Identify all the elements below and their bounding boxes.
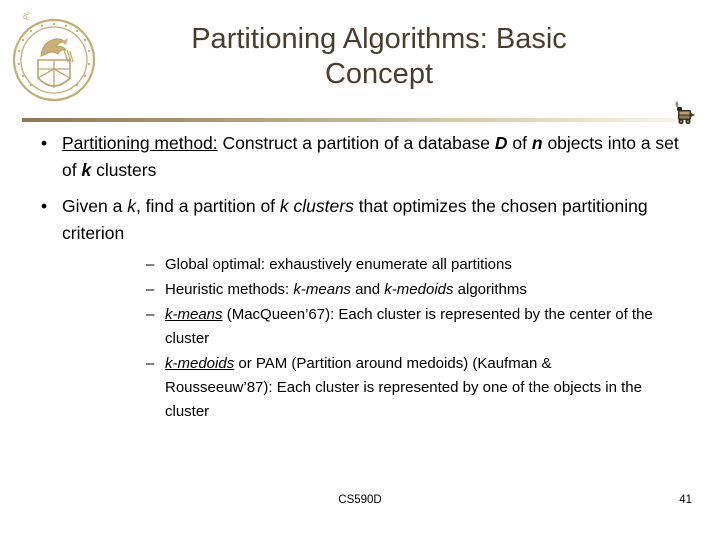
bullet-text-part: D — [494, 133, 508, 153]
subbullet-text-part: k-medoids — [165, 355, 235, 372]
slide: purdue university Partitioning Algorithm… — [0, 0, 720, 540]
bullet-text-part: n — [531, 133, 543, 153]
subbullet-text-part: Heuristic methods: — [165, 281, 294, 298]
subbullet-marker: – — [146, 355, 155, 372]
svg-text:purdue university: purdue university — [19, 12, 81, 21]
bullet-text-part: of — [507, 133, 532, 153]
bullet-text-part: Partitioning method: — [62, 133, 218, 153]
bullet-text: Given a k, find a partition of k cluster… — [62, 196, 648, 243]
bullet-text-part: clusters — [91, 160, 157, 180]
bullet-text-part: k — [81, 160, 92, 180]
subbullet-marker: – — [146, 281, 155, 298]
bullet-item: • Given a k, find a partition of k clust… — [0, 193, 720, 424]
purdue-university-seal-logo: purdue university — [8, 0, 100, 108]
subbullet-text: k-means (MacQueen’67): Each cluster is r… — [165, 306, 653, 347]
subbullet-text-part: k-means — [293, 281, 351, 298]
subbullet-text: k-medoids or PAM (Partition around medoi… — [165, 355, 642, 420]
subbullet-text-part: k-medoids — [384, 281, 454, 298]
subbullet-text-part: Global optimal: exhaustively enumerate a… — [165, 256, 512, 273]
subbullet-text-part: and — [350, 281, 385, 298]
title-divider — [22, 101, 698, 125]
bullet-marker: • — [41, 196, 48, 216]
divider-line — [22, 118, 680, 122]
subbullet-marker: – — [146, 256, 155, 273]
bullet-list-level1: • Partitioning method: Construct a parti… — [0, 130, 720, 424]
subbullet-text-part: (MacQueen’67): Each cluster is represent… — [165, 306, 653, 347]
subbullet-item: – k-means (MacQueen’67): Each cluster is… — [62, 303, 694, 351]
bullet-text: Partitioning method: Construct a partiti… — [62, 133, 679, 180]
bullet-text-part: Construct a partition of a database — [217, 133, 495, 153]
bullet-text-part: Given a — [62, 196, 128, 216]
subbullet-item: – Heuristic methods: k-means and k-medoi… — [62, 278, 694, 302]
bullet-text-part: k — [127, 196, 136, 216]
bullet-item: • Partitioning method: Construct a parti… — [0, 130, 720, 184]
locomotive-icon — [672, 99, 698, 127]
subbullet-item: – k-medoids or PAM (Partition around med… — [62, 352, 694, 424]
subbullet-text-part: k-means — [165, 306, 223, 323]
subbullet-text-part: algorithms — [453, 281, 527, 298]
subbullet-marker: – — [146, 306, 155, 323]
bullet-marker: • — [41, 133, 48, 153]
slide-title: Partitioning Algorithms: Basic Concept — [191, 23, 567, 90]
subbullet-text-part: or PAM (Partition around medoids) (Kaufm… — [165, 355, 642, 420]
subbullet-item: – Global optimal: exhaustively enumerate… — [62, 253, 694, 277]
footer-page-number: 41 — [679, 494, 692, 506]
footer-course-label: CS590D — [338, 494, 382, 506]
slide-body: • Partitioning method: Construct a parti… — [0, 130, 720, 433]
subbullet-text: Heuristic methods: k-means and k-medoids… — [165, 281, 527, 298]
bullet-text-part: , find a partition of — [135, 196, 280, 216]
bullet-list-level2: – Global optimal: exhaustively enumerate… — [62, 253, 694, 424]
bullet-text-part: k clusters — [279, 196, 354, 216]
subbullet-text: Global optimal: exhaustively enumerate a… — [165, 256, 512, 273]
